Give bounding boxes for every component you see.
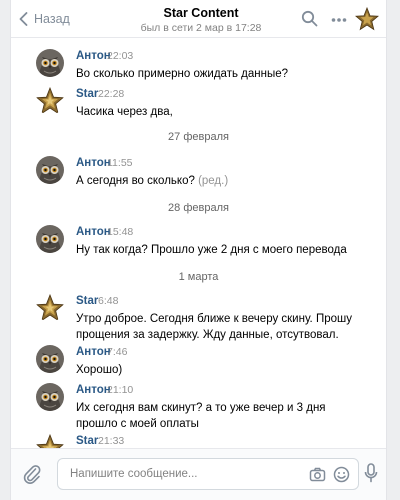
message-author[interactable]: Star <box>76 435 98 447</box>
more-button[interactable] <box>331 12 347 26</box>
message-item: Star 21:33 <box>36 434 376 448</box>
owl-avatar[interactable] <box>36 345 64 373</box>
owl-avatar[interactable] <box>36 383 64 411</box>
paperclip-icon <box>23 465 41 484</box>
chevron-left-icon <box>19 12 28 26</box>
chat-panel: Назад Star Content был в сети 2 мар в 17… <box>10 0 387 500</box>
owl-avatar[interactable] <box>36 49 64 77</box>
message-composer: Напишите сообщение... <box>11 448 386 500</box>
message-item: Антон 22:03 Во сколько примерно ожидать … <box>36 49 376 85</box>
message-text: Утро доброе. Сегодня ближе к вечеру скин… <box>76 313 352 341</box>
chat-header: Назад Star Content был в сети 2 мар в 17… <box>11 0 386 38</box>
message-text-body: А сегодня во сколько? <box>76 175 195 187</box>
message-author[interactable]: Star <box>76 88 98 100</box>
chat-title: Star Content <box>163 6 239 20</box>
message-author[interactable]: Антон <box>76 157 111 169</box>
message-input[interactable]: Напишите сообщение... <box>57 458 359 490</box>
message-item: Антон 21:10 Их сегодня вам скинут? а то … <box>36 383 376 437</box>
emoji-button[interactable] <box>333 466 350 486</box>
last-seen-status: был в сети 2 мар в 17:28 <box>140 22 262 34</box>
message-time[interactable]: 22:03 <box>107 50 133 62</box>
smile-icon <box>333 466 350 483</box>
owl-avatar-icon <box>36 49 64 77</box>
message-item: Антон 15:48 Ну так когда? Прошло уже 2 д… <box>36 225 376 261</box>
message-text: А сегодня во сколько? (ред.) <box>76 173 366 189</box>
message-item: Star 6:48 Утро доброе. Сегодня ближе к в… <box>36 294 376 348</box>
message-input-placeholder: Напишите сообщение... <box>70 468 198 480</box>
star-avatar[interactable] <box>36 434 64 448</box>
message-author[interactable]: Антон <box>76 50 111 62</box>
search-button[interactable] <box>301 10 318 30</box>
message-time[interactable]: 6:48 <box>98 295 118 307</box>
message-author[interactable]: Антон <box>76 346 111 358</box>
message-text: Ну так когда? Прошло уже 2 дня с моего п… <box>76 244 347 256</box>
owl-avatar-icon <box>36 156 64 184</box>
star-avatar[interactable] <box>36 87 64 115</box>
microphone-icon <box>364 463 378 483</box>
star-avatar-icon <box>36 87 64 115</box>
message-item: Антон 11:55 А сегодня во сколько? (ред.) <box>36 156 376 192</box>
message-time[interactable]: 21:10 <box>107 384 133 396</box>
search-icon <box>301 10 318 27</box>
more-dots-icon <box>331 18 347 22</box>
message-text: Хорошо) <box>76 364 123 376</box>
chat-title-block[interactable]: Star Content был в сети 2 мар в 17:28 <box>111 6 291 34</box>
message-text: Во сколько примерно ожидать данные? <box>76 68 289 80</box>
attach-button[interactable] <box>23 463 41 488</box>
message-time[interactable]: 11:55 <box>107 157 133 169</box>
message-time[interactable]: 22:28 <box>98 88 124 100</box>
owl-avatar-icon <box>36 383 64 411</box>
owl-avatar-icon <box>36 225 64 253</box>
owl-avatar[interactable] <box>36 225 64 253</box>
owl-avatar[interactable] <box>36 156 64 184</box>
date-separator: 28 февраля <box>168 202 229 214</box>
message-author[interactable]: Антон <box>76 384 111 396</box>
camera-button[interactable] <box>309 466 326 486</box>
message-author[interactable]: Антон <box>76 226 111 238</box>
edited-mark: (ред.) <box>198 175 229 187</box>
message-time[interactable]: 21:33 <box>98 435 124 447</box>
back-button[interactable]: Назад <box>19 10 70 28</box>
owl-avatar-icon <box>36 345 64 373</box>
message-text: Часика через два, <box>76 106 173 118</box>
voice-message-button[interactable] <box>364 463 378 486</box>
star-avatar-icon <box>354 6 380 31</box>
message-time[interactable]: 7:46 <box>107 346 127 358</box>
star-avatar-icon <box>36 434 64 448</box>
message-text: Их сегодня вам скинут? а то уже вечер и … <box>76 402 326 430</box>
message-feed[interactable]: Антон 22:03 Во сколько примерно ожидать … <box>11 38 386 448</box>
date-separator: 1 марта <box>178 271 219 283</box>
message-time[interactable]: 15:48 <box>107 226 133 238</box>
camera-icon <box>309 467 326 482</box>
message-item: Star 22:28 Часика через два, <box>36 87 376 123</box>
back-label: Назад <box>34 12 70 26</box>
star-avatar[interactable] <box>36 294 64 322</box>
date-separator: 27 февраля <box>168 131 229 143</box>
header-avatar[interactable] <box>354 6 380 31</box>
message-author[interactable]: Star <box>76 295 98 307</box>
message-item: Антон 7:46 Хорошо) <box>36 345 376 381</box>
star-avatar-icon <box>36 294 64 322</box>
